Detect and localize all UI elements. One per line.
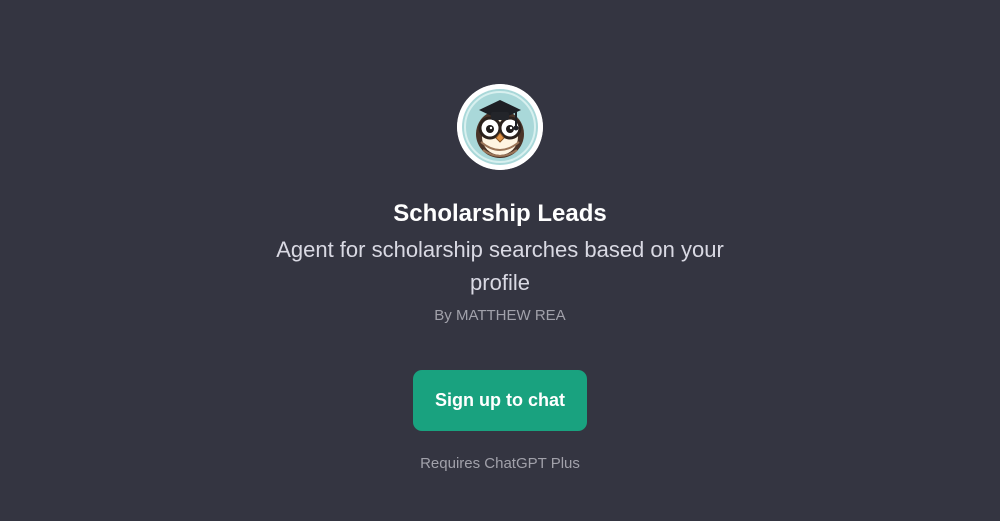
gpt-landing-page: Scholarship Leads Agent for scholarship … [0, 0, 1000, 521]
plus-requirement-note: Requires ChatGPT Plus [420, 455, 580, 472]
gpt-description: Agent for scholarship searches based on … [276, 237, 724, 295]
gpt-title: Scholarship Leads [393, 200, 607, 227]
sign-up-button[interactable]: Sign up to chat [413, 370, 587, 431]
owl-graduate-icon [457, 84, 543, 170]
gpt-avatar [457, 84, 543, 170]
gpt-author: By MATTHEW REA [434, 307, 566, 324]
